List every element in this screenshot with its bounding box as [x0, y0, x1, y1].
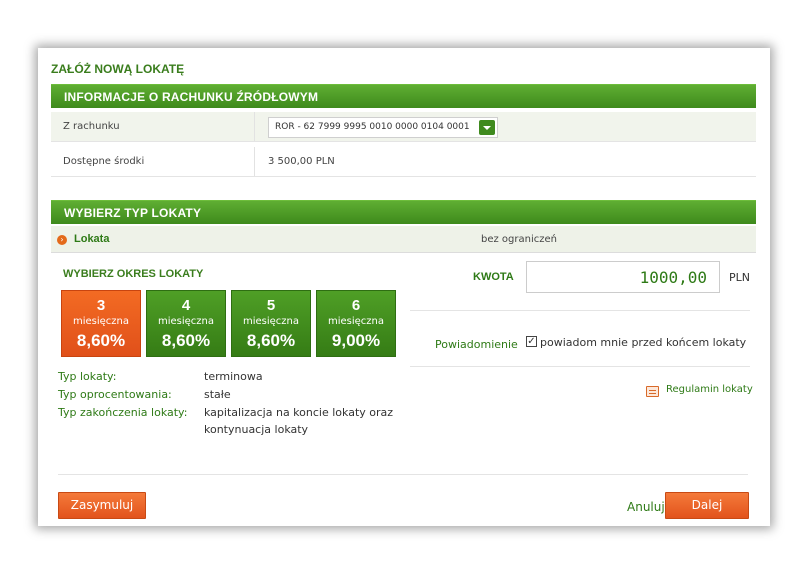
deposit-type-header: WYBIERZ TYP LOKATY	[51, 200, 756, 224]
next-button[interactable]: Dalej	[665, 492, 749, 519]
tile-months: 4	[181, 297, 191, 314]
from-account-label: Z rachunku	[63, 121, 120, 132]
tile-months: 6	[351, 297, 361, 314]
new-deposit-dialog: ZAŁÓŻ NOWĄ LOKATĘ INFORMACJE O RACHUNKU …	[38, 48, 770, 526]
amount-currency: PLN	[729, 271, 750, 284]
from-account-row: Z rachunku ROR - 62 7999 9995 0010 0000 …	[51, 112, 756, 142]
ending-label: Typ zakończenia lokaty:	[58, 406, 188, 419]
ending-value: kapitalizacja na koncie lokaty oraz kont…	[204, 406, 394, 436]
expand-icon[interactable]: ›	[57, 235, 67, 245]
period-tile-5[interactable]: 5 miesięczna 8,60%	[231, 290, 311, 357]
row-divider	[254, 147, 255, 176]
deposit-type-name[interactable]: Lokata	[74, 226, 109, 253]
dialog-title: ZAŁÓŻ NOWĄ LOKATĘ	[51, 62, 185, 76]
tile-months: 3	[96, 297, 106, 314]
regulations-link[interactable]: Regulamin lokaty	[666, 384, 753, 395]
divider	[410, 310, 750, 311]
deposit-type-row[interactable]: › Lokata bez ograniczeń	[51, 226, 756, 253]
cancel-link[interactable]: Anuluj	[627, 500, 665, 514]
printer-icon[interactable]	[646, 386, 659, 397]
amount-label: KWOTA	[473, 271, 514, 283]
tile-unit: miesięczna	[157, 316, 215, 327]
account-select[interactable]: ROR - 62 7999 9995 0010 0000 0104 0001	[268, 117, 498, 138]
notification-checkbox-label[interactable]: powiadom mnie przed końcem lokaty	[540, 336, 746, 349]
chevron-down-icon[interactable]	[479, 120, 495, 135]
simulate-button[interactable]: Zasymuluj	[58, 492, 146, 519]
available-funds-row: Dostępne środki 3 500,00 PLN	[51, 147, 756, 177]
tile-rate: 8,60%	[76, 331, 126, 350]
amount-input[interactable]	[526, 261, 720, 293]
period-heading: WYBIERZ OKRES LOKATY	[63, 268, 204, 280]
row-divider	[254, 112, 255, 141]
source-account-header: INFORMACJE O RACHUNKU ŹRÓDŁOWYM	[51, 84, 756, 108]
period-tile-3[interactable]: 3 miesięczna 8,60%	[61, 290, 141, 357]
period-tile-4[interactable]: 4 miesięczna 8,60%	[146, 290, 226, 357]
deposit-type-limit: bez ograniczeń	[481, 234, 557, 245]
interest-label: Typ oprocentowania:	[58, 388, 172, 401]
notification-checkbox[interactable]: ✓	[526, 336, 537, 347]
interest-value: stałe	[204, 388, 231, 401]
available-funds-label: Dostępne środki	[63, 156, 145, 167]
type-value: terminowa	[204, 370, 263, 383]
tile-rate: 9,00%	[331, 331, 381, 350]
tile-months: 5	[266, 297, 276, 314]
divider	[410, 366, 750, 367]
tile-unit: miesięczna	[72, 316, 130, 327]
available-funds-value: 3 500,00 PLN	[268, 156, 335, 167]
tile-unit: miesięczna	[327, 316, 385, 327]
account-select-value: ROR - 62 7999 9995 0010 0000 0104 0001	[275, 122, 470, 132]
type-label: Typ lokaty:	[58, 370, 117, 383]
tile-rate: 8,60%	[161, 331, 211, 350]
notification-label: Powiadomienie	[435, 338, 518, 351]
tile-unit: miesięczna	[242, 316, 300, 327]
period-tile-6[interactable]: 6 miesięczna 9,00%	[316, 290, 396, 357]
footer-divider	[58, 474, 748, 475]
tile-rate: 8,60%	[246, 331, 296, 350]
